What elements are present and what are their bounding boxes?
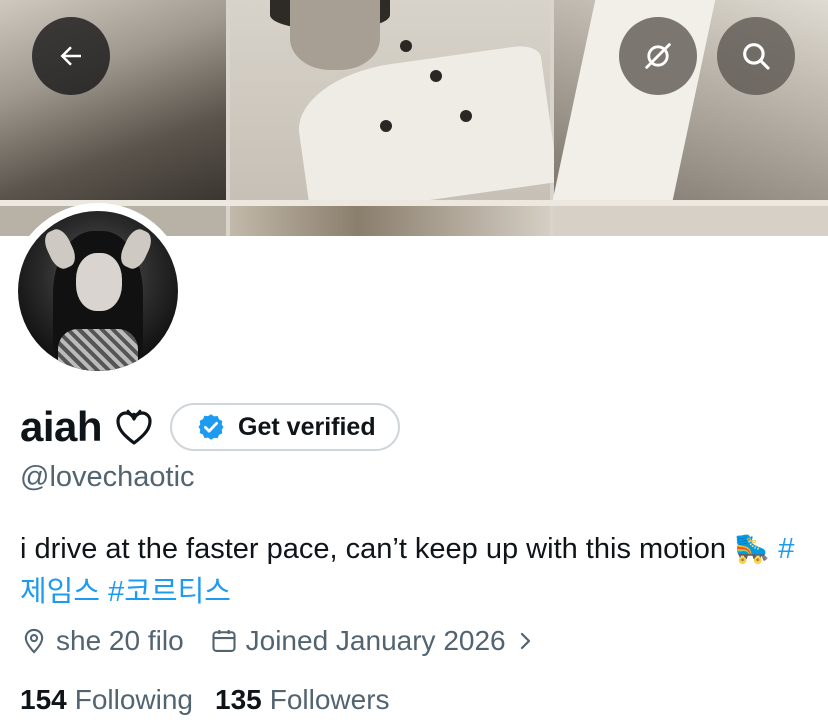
get-verified-button[interactable]: Get verified xyxy=(170,403,400,451)
back-button[interactable] xyxy=(32,17,110,95)
banner-photo-left xyxy=(0,0,226,200)
following-label: Following xyxy=(74,684,193,715)
banner-photo-right xyxy=(552,0,828,200)
profile-meta: she 20 filo Joined January 2026 xyxy=(20,625,536,657)
profile-avatar[interactable] xyxy=(10,203,186,379)
following-count: 154 xyxy=(20,684,67,715)
bio-text: i drive at the faster pace, can’t keep u… xyxy=(20,533,727,565)
follow-stats: 154 Following 135 Followers xyxy=(20,684,390,716)
followers-label: Followers xyxy=(269,684,390,715)
hashtag-link[interactable]: #코르티스 xyxy=(108,576,231,608)
avatar-photo xyxy=(18,211,178,371)
profile-banner[interactable] xyxy=(0,0,828,236)
calendar-icon xyxy=(210,627,238,655)
grok-button[interactable] xyxy=(619,17,697,95)
search-icon xyxy=(743,43,770,70)
slash-circle-icon xyxy=(645,43,671,69)
following-link[interactable]: 154 Following xyxy=(20,684,193,716)
location-item: she 20 filo xyxy=(20,625,184,657)
followers-count: 135 xyxy=(215,684,262,715)
arrow-left-icon xyxy=(60,46,81,66)
ribbon-heart-icon xyxy=(114,407,154,447)
joined-item[interactable]: Joined January 2026 xyxy=(210,625,536,657)
display-name: aiah xyxy=(20,403,103,450)
followers-link[interactable]: 135 Followers xyxy=(215,684,390,716)
location-pin-icon xyxy=(20,627,48,655)
username-handle: @lovechaotic xyxy=(20,461,195,493)
get-verified-label: Get verified xyxy=(238,412,376,441)
name-row: aiah Get verified xyxy=(20,402,400,452)
banner-photo-center xyxy=(230,0,559,217)
joined-text: Joined January 2026 xyxy=(245,625,506,656)
chevron-right-icon xyxy=(516,629,536,653)
profile-bio: i drive at the faster pace, can’t keep u… xyxy=(20,528,800,614)
search-button[interactable] xyxy=(717,17,795,95)
roller-skate-emoji: 🛼 xyxy=(734,533,771,565)
verified-badge-icon xyxy=(198,414,224,440)
location-text: she 20 filo xyxy=(56,625,184,656)
